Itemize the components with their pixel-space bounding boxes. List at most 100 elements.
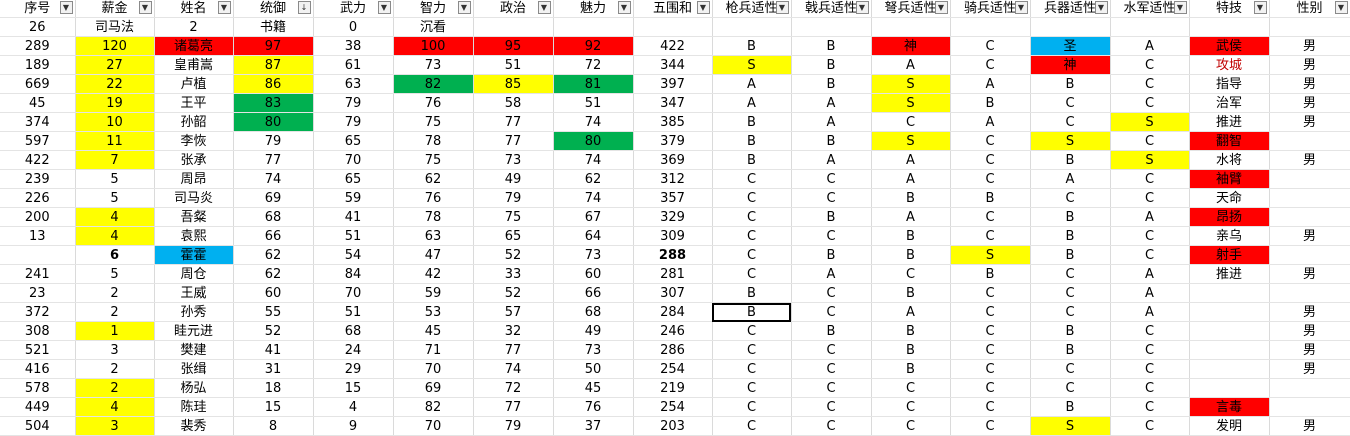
cell-politics[interactable]: 32 <box>473 321 554 341</box>
cell-name[interactable]: 霍霍 <box>154 245 234 265</box>
cell-navy[interactable]: C <box>1110 131 1190 151</box>
cell-spear[interactable]: C <box>712 226 792 246</box>
cell-navy[interactable]: A <box>1110 207 1190 227</box>
cell-cavalry[interactable]: B <box>950 93 1031 113</box>
cell-intelligence[interactable]: 45 <box>393 321 474 341</box>
cell-leadership[interactable]: 55 <box>233 302 314 322</box>
cell-name[interactable]: 司马炎 <box>154 188 234 208</box>
cell-cavalry[interactable]: C <box>950 378 1031 398</box>
cell-navy[interactable]: C <box>1110 74 1190 94</box>
cell-crossbow[interactable]: S <box>871 93 951 113</box>
cell-gender[interactable]: 男 <box>1269 302 1350 322</box>
cell-politics[interactable]: 49 <box>473 169 554 189</box>
cell-skill[interactable]: 亲乌 <box>1189 226 1270 246</box>
cell-charm[interactable]: 76 <box>553 397 634 417</box>
cell-politics[interactable]: 58 <box>473 93 554 113</box>
cell-id[interactable]: 13 <box>0 226 76 246</box>
cell-halberd[interactable]: B <box>791 131 872 151</box>
cell-intelligence[interactable]: 78 <box>393 131 474 151</box>
cell-total[interactable]: 307 <box>633 283 713 303</box>
cell-halberd[interactable]: A <box>791 93 872 113</box>
cell-name[interactable]: 王威 <box>154 283 234 303</box>
cell-skill[interactable]: 治军 <box>1189 93 1270 113</box>
cell-leadership[interactable]: 79 <box>233 131 314 151</box>
cell-gender[interactable]: 男 <box>1269 264 1350 284</box>
dropdown-arrow-icon[interactable]: ▼ <box>1014 1 1028 14</box>
cell-id[interactable]: 241 <box>0 264 76 284</box>
cell-war[interactable]: 65 <box>313 169 394 189</box>
cell-war[interactable]: 70 <box>313 150 394 170</box>
dropdown-arrow-icon[interactable]: ▼ <box>1173 1 1187 14</box>
cell-navy[interactable]: C <box>1110 93 1190 113</box>
cell-skill[interactable] <box>1189 17 1270 37</box>
cell-intelligence[interactable]: 63 <box>393 226 474 246</box>
cell-leadership[interactable]: 62 <box>233 264 314 284</box>
cell-halberd[interactable]: C <box>791 283 872 303</box>
cell-intelligence[interactable]: 76 <box>393 93 474 113</box>
cell-spear[interactable]: C <box>712 264 792 284</box>
cell-intelligence[interactable]: 59 <box>393 283 474 303</box>
cell-name[interactable]: 樊建 <box>154 340 234 360</box>
cell-id[interactable]: 578 <box>0 378 76 398</box>
cell-salary[interactable]: 1 <box>75 321 155 341</box>
dropdown-arrow-icon[interactable]: ▼ <box>775 1 789 14</box>
header-intelligence[interactable]: 智力 ▼ <box>393 0 474 18</box>
cell-spear[interactable]: C <box>712 340 792 360</box>
cell-cavalry[interactable]: C <box>950 397 1031 417</box>
cell-skill[interactable] <box>1189 359 1270 379</box>
cell-id[interactable]: 226 <box>0 188 76 208</box>
cell-siege[interactable]: 神 <box>1030 55 1111 75</box>
cell-intelligence[interactable]: 69 <box>393 378 474 398</box>
cell-navy[interactable]: C <box>1110 359 1190 379</box>
cell-salary[interactable]: 10 <box>75 112 155 132</box>
cell-name[interactable]: 李恢 <box>154 131 234 151</box>
cell-total[interactable] <box>633 17 713 37</box>
header-total[interactable]: 五围和 ▼ <box>633 0 713 18</box>
cell-politics[interactable]: 65 <box>473 226 554 246</box>
cell-charm[interactable]: 67 <box>553 207 634 227</box>
cell-halberd[interactable]: B <box>791 36 872 56</box>
cell-politics[interactable] <box>473 17 554 37</box>
cell-id[interactable]: 45 <box>0 93 76 113</box>
cell-leadership[interactable]: 77 <box>233 150 314 170</box>
cell-war[interactable]: 68 <box>313 321 394 341</box>
cell-salary[interactable]: 19 <box>75 93 155 113</box>
dropdown-arrow-icon[interactable]: ▼ <box>1253 1 1267 14</box>
cell-siege[interactable]: S <box>1030 416 1111 436</box>
cell-siege[interactable]: C <box>1030 359 1111 379</box>
cell-total[interactable]: 385 <box>633 112 713 132</box>
cell-total[interactable]: 312 <box>633 169 713 189</box>
cell-halberd[interactable]: B <box>791 245 872 265</box>
cell-gender[interactable]: 男 <box>1269 74 1350 94</box>
cell-crossbow[interactable] <box>871 17 951 37</box>
cell-navy[interactable]: C <box>1110 397 1190 417</box>
cell-siege[interactable]: C <box>1030 188 1111 208</box>
cell-cavalry[interactable]: C <box>950 55 1031 75</box>
cell-war[interactable]: 59 <box>313 188 394 208</box>
cell-war[interactable]: 54 <box>313 245 394 265</box>
cell-politics[interactable]: 33 <box>473 264 554 284</box>
cell-leadership[interactable]: 18 <box>233 378 314 398</box>
cell-navy[interactable]: S <box>1110 150 1190 170</box>
cell-siege[interactable]: C <box>1030 302 1111 322</box>
cell-war[interactable]: 4 <box>313 397 394 417</box>
header-leadership[interactable]: 统御 ↓ <box>233 0 314 18</box>
cell-politics[interactable]: 77 <box>473 340 554 360</box>
cell-name[interactable]: 杨弘 <box>154 378 234 398</box>
cell-politics[interactable]: 85 <box>473 74 554 94</box>
header-war[interactable]: 武力 ▼ <box>313 0 394 18</box>
cell-politics[interactable]: 77 <box>473 131 554 151</box>
cell-gender[interactable] <box>1269 207 1350 227</box>
cell-war[interactable]: 38 <box>313 36 394 56</box>
cell-gender[interactable] <box>1269 397 1350 417</box>
cell-charm[interactable]: 62 <box>553 169 634 189</box>
cell-gender[interactable]: 男 <box>1269 36 1350 56</box>
cell-gender[interactable]: 男 <box>1269 55 1350 75</box>
header-id[interactable]: 序号 ▼ <box>0 0 76 18</box>
cell-crossbow[interactable]: B <box>871 359 951 379</box>
cell-total[interactable]: 286 <box>633 340 713 360</box>
cell-politics[interactable]: 77 <box>473 397 554 417</box>
cell-intelligence[interactable]: 70 <box>393 359 474 379</box>
cell-cavalry[interactable]: B <box>950 188 1031 208</box>
cell-politics[interactable]: 77 <box>473 112 554 132</box>
